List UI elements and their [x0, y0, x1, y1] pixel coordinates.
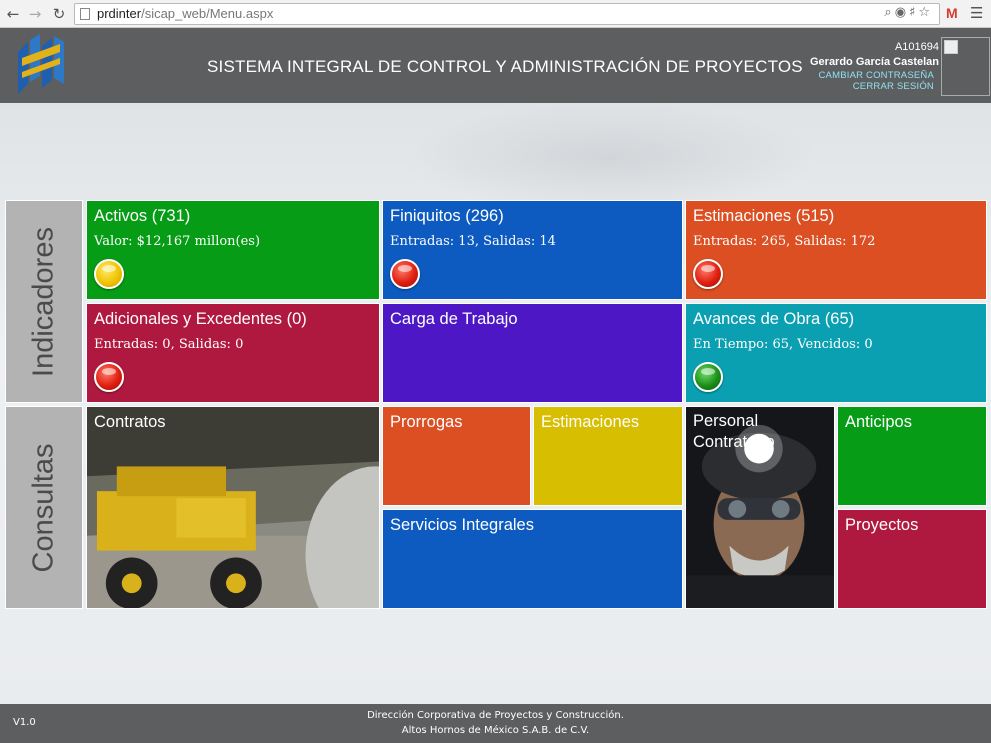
tile-anticipos[interactable]: Anticipos [837, 406, 987, 506]
footer-line-1: Dirección Corporativa de Proyectos y Con… [367, 710, 624, 721]
tile-subtitle: Valor: $12,167 millon(es) [94, 234, 261, 249]
tile-subtitle: Entradas: 265, Salidas: 172 [693, 234, 876, 249]
address-bar[interactable]: prdinter/sicap_web/Menu.aspx ⌕◉♯☆ [74, 3, 940, 25]
user-avatar [941, 37, 990, 96]
status-light-red-icon [94, 362, 124, 392]
address-bar-icons: ⌕◉♯☆ [884, 5, 933, 20]
app-header: SISTEMA INTEGRAL DE CONTROL Y ADMINISTRA… [0, 28, 991, 103]
tile-subtitle: Entradas: 0, Salidas: 0 [94, 337, 244, 352]
tile-subtitle: Entradas: 13, Salidas: 14 [390, 234, 556, 249]
forward-icon[interactable]: → [26, 5, 44, 23]
user-id: A101694 [894, 41, 939, 53]
change-password-link[interactable]: CAMBIAR CONTRASEÑA [818, 70, 934, 81]
zoom-icon[interactable]: ⌕ [884, 5, 894, 20]
ahmsa-logo-icon[interactable] [14, 34, 66, 96]
url-host: prdinter [97, 6, 142, 21]
tile-title: Estimaciones (515) [693, 207, 835, 225]
url-path: /sicap_web/Menu.aspx [141, 6, 274, 21]
tile-carga-de-trabajo[interactable]: Carga de Trabajo [382, 303, 683, 403]
reload-icon[interactable]: ↻ [50, 5, 68, 23]
key-icon[interactable]: ♯ [909, 5, 918, 20]
tile-title: Finiquitos (296) [390, 207, 504, 225]
tile-title: Estimaciones [541, 413, 640, 431]
gmail-icon[interactable]: M [946, 5, 962, 21]
status-light-red-icon [693, 259, 723, 289]
tile-activos[interactable]: Activos (731) Valor: $12,167 millon(es) [86, 200, 380, 300]
tile-proyectos[interactable]: Proyectos [837, 509, 987, 609]
tile-estimaciones-consulta[interactable]: Estimaciones [533, 406, 683, 506]
tile-title: Servicios Integrales [390, 516, 534, 534]
tile-title: Activos (731) [94, 207, 191, 225]
browser-toolbar: ← → ↻ prdinter/sicap_web/Menu.aspx ⌕◉♯☆ … [0, 0, 991, 28]
user-name: Gerardo García Castelan [809, 56, 939, 68]
section-label-text: Consultas [27, 443, 60, 572]
tile-prorrogas[interactable]: Prorrogas [382, 406, 531, 506]
tile-title: Proyectos [845, 516, 919, 534]
footer-line-2: Altos Hornos de México S.A.B. de C.V. [401, 725, 590, 736]
url-text[interactable]: prdinter/sicap_web/Menu.aspx [97, 6, 273, 21]
app-title: SISTEMA INTEGRAL DE CONTROL Y ADMINISTRA… [207, 57, 803, 76]
tile-title: Avances de Obra (65) [693, 310, 855, 328]
tile-estimaciones-indicador[interactable]: Estimaciones (515) Entradas: 265, Salida… [685, 200, 987, 300]
tile-title: Personal Contratado [693, 412, 775, 451]
menu-icon[interactable]: ☰ [970, 4, 986, 22]
status-light-green-icon [693, 362, 723, 392]
tile-subtitle: En Tiempo: 65, Vencidos: 0 [693, 337, 873, 352]
tile-servicios-integrales[interactable]: Servicios Integrales [382, 509, 683, 609]
tile-personal-contratado[interactable]: Personal Contratado [685, 406, 835, 609]
tile-title: Contratos [94, 413, 166, 431]
section-label-text: Indicadores [27, 226, 60, 377]
page-icon [80, 8, 90, 20]
logout-link[interactable]: CERRAR SESIÓN [853, 81, 934, 92]
tile-adicionales-excedentes[interactable]: Adicionales y Excedentes (0) Entradas: 0… [86, 303, 380, 403]
page-background [0, 103, 991, 704]
star-icon[interactable]: ☆ [918, 5, 933, 20]
back-icon[interactable]: ← [4, 5, 22, 23]
tile-contratos[interactable]: Contratos [86, 406, 380, 609]
section-label-indicadores: Indicadores [5, 200, 83, 403]
tile-title: Carga de Trabajo [390, 310, 518, 328]
footer: V1.0 Dirección Corporativa de Proyectos … [0, 704, 991, 743]
tile-avances-de-obra[interactable]: Avances de Obra (65) En Tiempo: 65, Venc… [685, 303, 987, 403]
status-light-red-icon [390, 259, 420, 289]
section-label-consultas: Consultas [5, 406, 83, 609]
tile-title: Prorrogas [390, 413, 463, 431]
tile-title: Adicionales y Excedentes (0) [94, 310, 307, 328]
mining-truck-photo [87, 407, 379, 608]
broken-image-icon [944, 40, 958, 54]
tile-finiquitos[interactable]: Finiquitos (296) Entradas: 13, Salidas: … [382, 200, 683, 300]
tile-title: Anticipos [845, 413, 912, 431]
bulb-icon[interactable]: ◉ [895, 5, 909, 20]
status-light-yellow-icon [94, 259, 124, 289]
